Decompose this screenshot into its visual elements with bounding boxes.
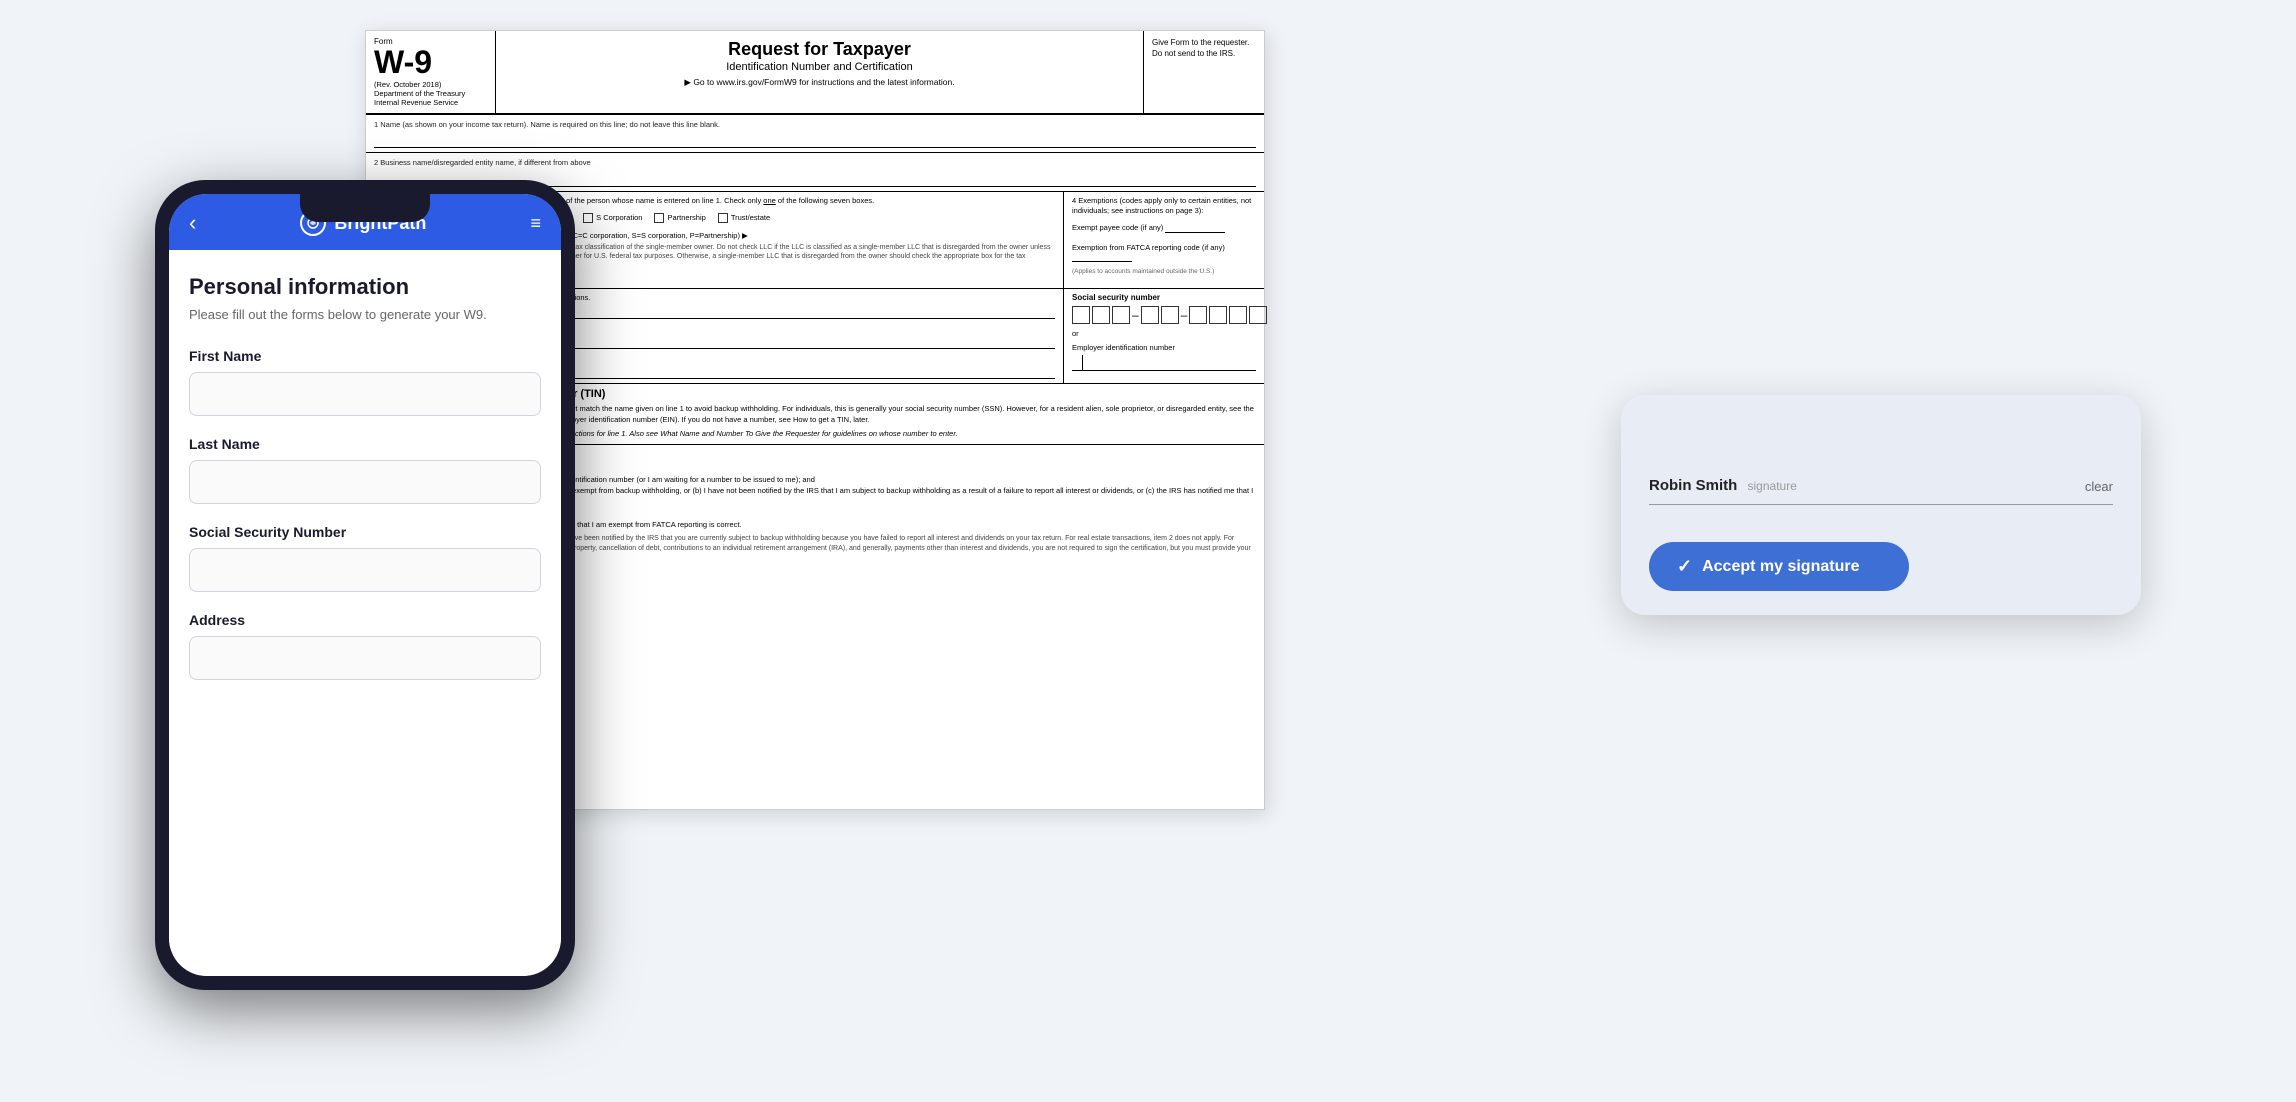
menu-button[interactable]: ≡ — [530, 213, 541, 234]
signature-drawing-area[interactable] — [1649, 419, 2113, 469]
page-subtitle: Please fill out the forms below to gener… — [189, 306, 541, 324]
ssn-cell-5[interactable] — [1161, 306, 1179, 324]
w9-ssn-group1 — [1072, 306, 1130, 324]
w9-employer-label: Employer identification number — [1072, 343, 1256, 352]
signature-name: Robin Smith — [1649, 477, 1737, 494]
w9-ssn-group3 — [1189, 306, 1267, 324]
w9-header-center: Request for Taxpayer Identification Numb… — [496, 31, 1144, 113]
w9-field4: 4 Exemptions (codes apply only to certai… — [1064, 192, 1264, 288]
ssn-cell-9[interactable] — [1249, 306, 1267, 324]
checkmark-icon: ✓ — [1677, 556, 1692, 577]
ssn-cell-1[interactable] — [1072, 306, 1090, 324]
ssn-input[interactable] — [189, 548, 541, 592]
w9-exempt-note: (Applies to accounts maintained outside … — [1072, 268, 1256, 275]
phone-mockup: ‹ BrightPath ≡ Personal information Plea… — [155, 180, 575, 990]
w9-header: Form W-9 (Rev. October 2018) Department … — [366, 31, 1264, 115]
w9-exempt-fatca: Exemption from FATCA reporting code (if … — [1072, 243, 1256, 262]
w9-field1-label: 1 Name (as shown on your income tax retu… — [374, 119, 1256, 130]
back-button[interactable]: ‹ — [189, 210, 196, 236]
w9-rev-detail: (Rev. October 2018) — [374, 80, 487, 89]
w9-field4-label: 4 Exemptions (codes apply only to certai… — [1072, 196, 1256, 217]
w9-ssn-group2 — [1141, 306, 1179, 324]
ssn-dash-2: – — [1181, 308, 1188, 322]
clear-signature-button[interactable]: clear — [2085, 479, 2113, 494]
w9-ein-input[interactable] — [1072, 355, 1256, 371]
signature-line-area: Robin Smith signature clear — [1649, 419, 2113, 505]
ssn-cell-8[interactable] — [1229, 306, 1247, 324]
signature-type-label: signature — [1748, 479, 1797, 493]
w9-dept: Department of the Treasury — [374, 89, 487, 98]
accept-signature-button[interactable]: ✓ Accept my signature — [1649, 542, 1909, 591]
w9-cb-s-corp[interactable]: S Corporation — [583, 209, 642, 227]
signature-name-row: Robin Smith signature — [1649, 477, 2113, 494]
ssn-cell-6[interactable] — [1189, 306, 1207, 324]
w9-goto: ▶ Go to www.irs.gov/FormW9 for instructi… — [506, 77, 1133, 88]
last-name-input[interactable] — [189, 460, 541, 504]
address-label: Address — [189, 612, 541, 628]
ssn-cell-2[interactable] — [1092, 306, 1110, 324]
phone-content: Personal information Please fill out the… — [169, 250, 561, 976]
ssn-cell-3[interactable] — [1112, 306, 1130, 324]
ssn-cell-7[interactable] — [1209, 306, 1227, 324]
w9-ssn-or: or — [1072, 329, 1256, 338]
ssn-label: Social Security Number — [189, 524, 541, 540]
w9-exempt-payee: Exempt payee code (if any) — [1072, 223, 1256, 233]
w9-header-left: Form W-9 (Rev. October 2018) Department … — [366, 31, 496, 113]
signature-panel: Robin Smith signature clear ✓ Accept my … — [1621, 395, 2141, 615]
phone-screen: ‹ BrightPath ≡ Personal information Plea… — [169, 194, 561, 976]
w9-subtitle: Identification Number and Certification — [506, 61, 1133, 73]
w9-field1: 1 Name (as shown on your income tax retu… — [366, 115, 1264, 153]
last-name-label: Last Name — [189, 436, 541, 452]
w9-cb-trust[interactable]: Trust/estate — [718, 209, 770, 227]
ssn-cell-4[interactable] — [1141, 306, 1159, 324]
w9-give-form: Give Form to the requester. Do not send … — [1144, 31, 1264, 113]
w9-form-number: W-9 — [374, 46, 487, 78]
accept-signature-label: Accept my signature — [1702, 558, 1859, 576]
w9-cb-partnership[interactable]: Partnership — [654, 209, 705, 227]
address-input[interactable] — [189, 636, 541, 680]
w9-field2-label: 2 Business name/disregarded entity name,… — [374, 157, 1256, 168]
w9-title: Request for Taxpayer — [506, 39, 1133, 61]
ssn-dash-1: – — [1132, 308, 1139, 322]
page-title: Personal information — [189, 274, 541, 300]
w9-irs: Internal Revenue Service — [374, 98, 487, 107]
w9-ssn-label: Social security number — [1072, 293, 1256, 302]
first-name-label: First Name — [189, 348, 541, 364]
first-name-input[interactable] — [189, 372, 541, 416]
w9-ssn-box: – – — [1072, 306, 1256, 324]
w9-ssn-section: Social security number – – — [1064, 289, 1264, 383]
phone-notch — [300, 194, 430, 222]
w9-field1-input[interactable] — [374, 132, 1256, 148]
